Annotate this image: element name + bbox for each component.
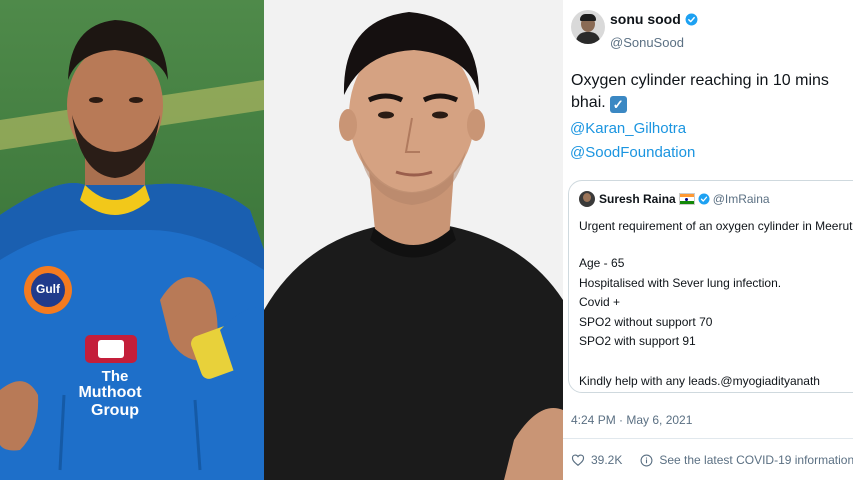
portrait-illustration <box>264 0 563 480</box>
quoted-line: Age - 65 <box>579 256 625 270</box>
gulf-logo-text: Gulf <box>36 282 60 296</box>
author-handle[interactable]: @SonuSood <box>610 35 684 50</box>
author-display-name[interactable]: sonu sood <box>610 11 681 27</box>
verified-badge-icon <box>685 13 698 25</box>
divider <box>563 438 853 439</box>
mention-link-sood-foundation[interactable]: @SoodFoundation <box>570 144 695 161</box>
covid-info-link[interactable]: See the latest COVID-19 information on T… <box>659 453 853 467</box>
quoted-header: Suresh Raina @ImRaina <box>599 192 770 206</box>
quoted-line: Kindly help with any leads.@myogiadityan… <box>579 374 820 388</box>
muthoot-logo-text-line1: The <box>101 368 129 385</box>
quoted-display-name[interactable]: Suresh Raina <box>599 192 676 206</box>
quoted-tweet[interactable]: Suresh Raina @ImRaina Urgent requirement… <box>568 180 853 393</box>
quoted-line: Urgent requirement of an oxygen cylinder… <box>579 219 853 233</box>
quoted-line: SPO2 with support 91 <box>579 334 696 348</box>
india-flag-icon <box>678 193 695 205</box>
quoted-line: Hospitalised with Sever lung infection. <box>579 276 782 290</box>
tweet-footer: 39.2K See the latest COVID-19 informatio… <box>571 453 853 467</box>
muthoot-logo-text-line2: Muthoot <box>78 384 142 401</box>
info-icon <box>640 454 653 466</box>
quoted-handle[interactable]: @ImRaina <box>713 192 770 206</box>
author-name-row[interactable]: sonu sood <box>610 11 698 27</box>
check-mark-icon: ✓ <box>609 96 627 113</box>
quoted-line: Covid + <box>579 295 621 309</box>
quoted-verified-badge-icon <box>698 193 710 205</box>
muthoot-logo-text-line3: Group <box>91 402 139 419</box>
cricketer-photo: Gulf The Muthoot Group <box>0 0 264 480</box>
tweet-card: sonu sood @SonuSood Oxygen cylinder reac… <box>563 0 853 480</box>
mention-link-karan[interactable]: @Karan_Gilhotra <box>570 120 686 137</box>
heart-icon[interactable] <box>571 453 585 467</box>
quoted-avatar[interactable] <box>579 191 595 207</box>
quoted-line: SPO2 without support 70 <box>579 315 713 329</box>
avatar[interactable] <box>571 10 605 44</box>
portrait-photo <box>264 0 563 480</box>
like-count[interactable]: 39.2K <box>591 453 622 467</box>
tweet-text: Oxygen cylinder reaching in 10 mins bhai… <box>571 70 849 114</box>
tweet-timestamp[interactable]: 4:24 PM · May 6, 2021 <box>571 413 692 427</box>
